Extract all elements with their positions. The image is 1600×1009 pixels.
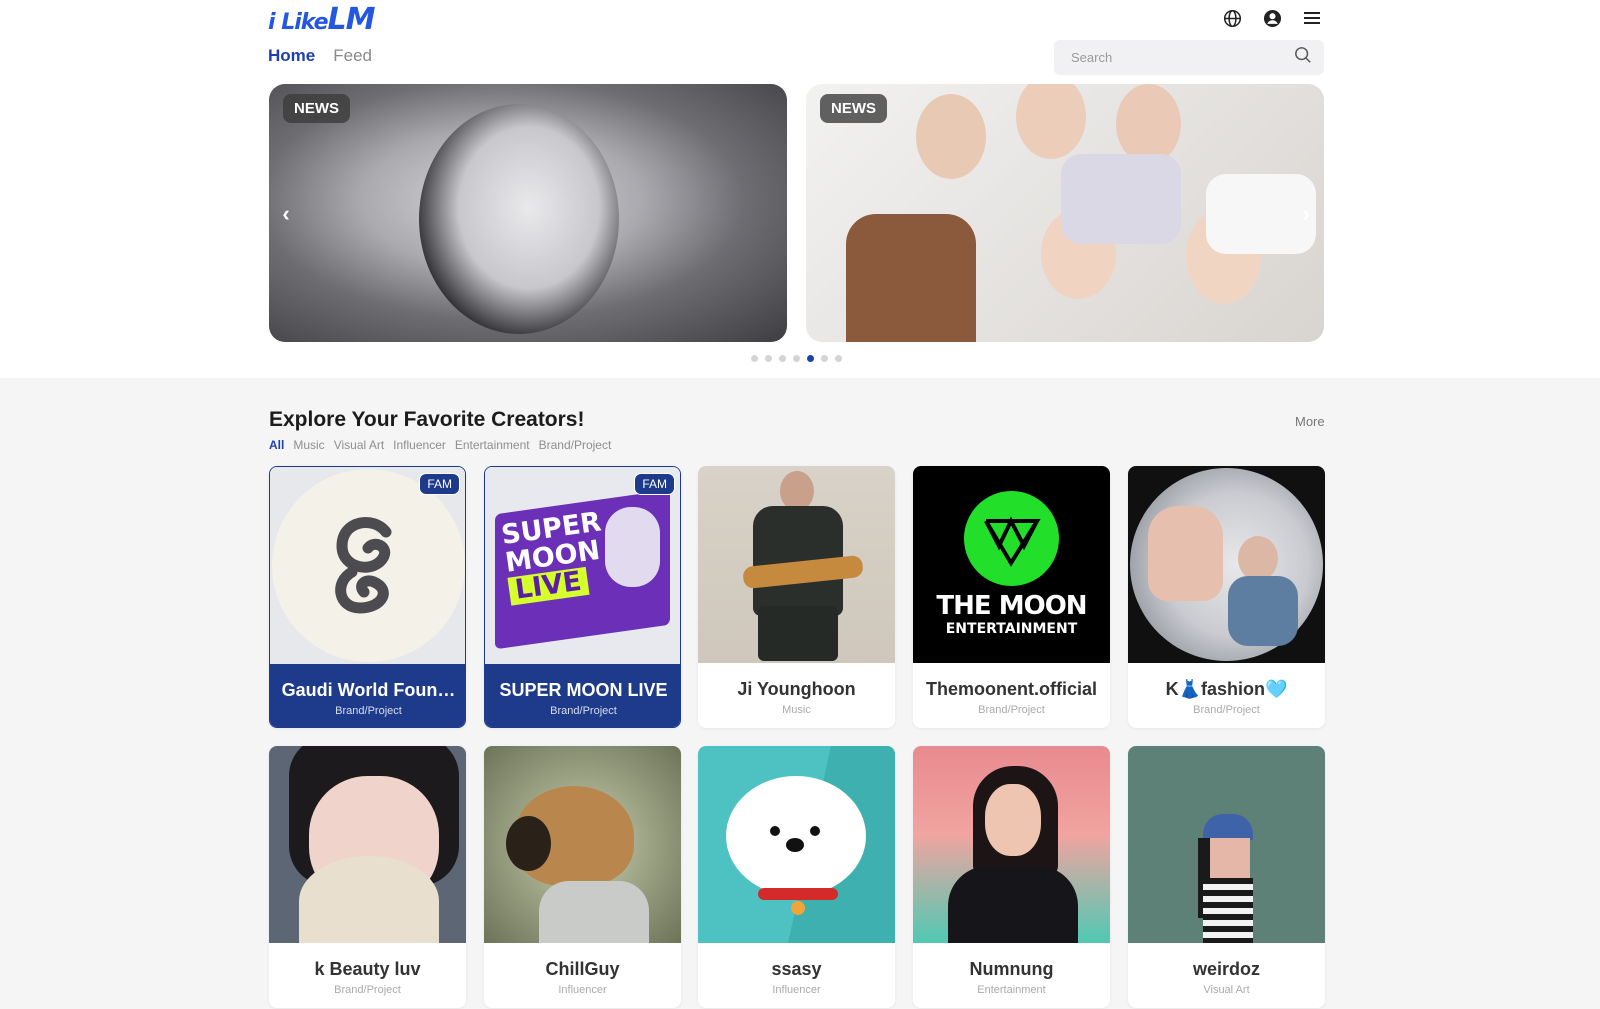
creator-card[interactable]: SUPER MOON LIVE FAM SUPER MOON LIVE Bran… bbox=[484, 466, 681, 728]
creator-category: Brand/Project bbox=[1193, 704, 1260, 716]
prev-arrow-icon[interactable]: ‹ bbox=[276, 201, 296, 226]
account-icon[interactable] bbox=[1262, 8, 1282, 28]
more-link[interactable]: More bbox=[1295, 414, 1325, 429]
creator-category: Influencer bbox=[558, 984, 607, 996]
tab-feed[interactable]: Feed bbox=[333, 46, 372, 66]
creator-category: Brand/Project bbox=[334, 984, 401, 996]
pixel-avatar-icon bbox=[1203, 814, 1253, 840]
creator-thumbnail bbox=[1128, 746, 1325, 943]
creator-thumbnail bbox=[270, 467, 465, 664]
category-filters: All Music Visual Art Influencer Entertai… bbox=[269, 438, 611, 452]
creator-name: Numnung bbox=[969, 959, 1054, 979]
creator-info: Themoonent.official Brand/Project bbox=[913, 663, 1110, 728]
creator-thumbnail bbox=[484, 746, 681, 943]
fam-badge: FAM bbox=[419, 473, 460, 495]
creator-card[interactable]: ChillGuy Influencer bbox=[484, 746, 681, 1008]
creator-card[interactable]: Ji Younghoon Music bbox=[698, 466, 895, 728]
creator-category: Brand/Project bbox=[978, 704, 1045, 716]
creator-category: Brand/Project bbox=[550, 705, 617, 717]
creator-card[interactable]: weirdoz Visual Art bbox=[1128, 746, 1325, 1008]
astronaut-icon bbox=[605, 507, 660, 587]
creator-card[interactable]: THE MOON ENTERTAINMENT Themoonent.offici… bbox=[913, 466, 1110, 728]
logo-small-text: i Like bbox=[268, 10, 329, 35]
filter-music[interactable]: Music bbox=[293, 438, 324, 452]
creator-info: SUPER MOON LIVE Brand/Project bbox=[485, 664, 680, 727]
logo-big-text: LM bbox=[327, 2, 376, 37]
banner-photo bbox=[419, 104, 619, 334]
filter-brand-project[interactable]: Brand/Project bbox=[539, 438, 612, 452]
carousel-dot[interactable] bbox=[751, 355, 758, 362]
themoon-text-1: THE MOON bbox=[936, 591, 1087, 621]
globe-icon[interactable] bbox=[1222, 8, 1242, 28]
page: i LikeLM Home Feed NEWS bbox=[0, 0, 1600, 1009]
creator-thumbnail bbox=[698, 746, 895, 943]
dog-icon bbox=[726, 776, 866, 896]
creator-thumbnail: SUPER MOON LIVE bbox=[485, 467, 680, 664]
creator-name: Gaudi World Foun… bbox=[281, 680, 456, 700]
creator-thumbnail bbox=[1128, 466, 1325, 663]
creator-name: K👗fashion🩵 bbox=[1165, 679, 1288, 699]
news-tag: NEWS bbox=[283, 94, 350, 123]
tab-home[interactable]: Home bbox=[268, 46, 315, 66]
banner-photo bbox=[806, 84, 1324, 342]
carousel-dot[interactable] bbox=[807, 355, 814, 362]
creator-name: k Beauty luv bbox=[314, 959, 421, 979]
search-icon[interactable] bbox=[1294, 46, 1312, 69]
search-input[interactable] bbox=[1071, 50, 1294, 65]
themoon-text-2: ENTERTAINMENT bbox=[945, 621, 1078, 637]
creator-info: Numnung Entertainment bbox=[913, 943, 1110, 1008]
creator-card[interactable]: FAM Gaudi World Foun… Brand/Project bbox=[269, 466, 466, 728]
creator-thumbnail: THE MOON ENTERTAINMENT bbox=[913, 466, 1110, 663]
creator-card[interactable]: Numnung Entertainment bbox=[913, 746, 1110, 1008]
banner-slide[interactable]: NEWS bbox=[269, 84, 787, 342]
carousel-dot[interactable] bbox=[765, 355, 772, 362]
menu-icon[interactable] bbox=[1302, 8, 1322, 28]
carousel-dot[interactable] bbox=[793, 355, 800, 362]
carousel-dot[interactable] bbox=[821, 355, 828, 362]
fam-badge: FAM bbox=[634, 473, 675, 495]
creator-info: K👗fashion🩵 Brand/Project bbox=[1128, 663, 1325, 728]
news-tag: NEWS bbox=[820, 94, 887, 123]
creator-category: Brand/Project bbox=[335, 705, 402, 717]
next-arrow-icon[interactable]: › bbox=[1296, 201, 1316, 226]
creator-category: Influencer bbox=[772, 984, 821, 996]
creator-name: weirdoz bbox=[1192, 959, 1260, 979]
creators-section: Explore Your Favorite Creators! More All… bbox=[0, 378, 1600, 1009]
creator-info: Gaudi World Foun… Brand/Project bbox=[270, 664, 465, 727]
header-icons bbox=[1222, 8, 1322, 28]
creator-name: Themoonent.official bbox=[926, 679, 1097, 699]
section-title: Explore Your Favorite Creators! bbox=[269, 408, 585, 431]
search-bar bbox=[1054, 40, 1324, 75]
creator-info: k Beauty luv Brand/Project bbox=[269, 943, 466, 1008]
creator-category: Visual Art bbox=[1203, 984, 1250, 996]
carousel-dot[interactable] bbox=[835, 355, 842, 362]
creator-thumbnail bbox=[698, 466, 895, 663]
filter-influencer[interactable]: Influencer bbox=[393, 438, 446, 452]
creator-card[interactable]: ssasy Influencer bbox=[698, 746, 895, 1008]
creator-name: ssasy bbox=[771, 959, 822, 979]
moon-logo-icon bbox=[964, 491, 1059, 586]
creator-thumbnail bbox=[913, 746, 1110, 943]
banner-slide[interactable]: NEWS bbox=[806, 84, 1324, 342]
carousel-dots bbox=[751, 355, 842, 362]
gaudi-logo-icon bbox=[335, 517, 392, 614]
carousel-dot[interactable] bbox=[779, 355, 786, 362]
creator-name: Ji Younghoon bbox=[737, 679, 856, 699]
creator-thumbnail bbox=[269, 746, 466, 943]
creator-category: Entertainment bbox=[977, 984, 1046, 996]
creator-name: SUPER MOON LIVE bbox=[499, 680, 668, 700]
creator-info: ChillGuy Influencer bbox=[484, 943, 681, 1008]
creator-category: Music bbox=[782, 704, 811, 716]
creator-info: weirdoz Visual Art bbox=[1128, 943, 1325, 1008]
creator-info: Ji Younghoon Music bbox=[698, 663, 895, 728]
creator-card[interactable]: K👗fashion🩵 Brand/Project bbox=[1128, 466, 1325, 728]
creator-card[interactable]: k Beauty luv Brand/Project bbox=[269, 746, 466, 1008]
filter-entertainment[interactable]: Entertainment bbox=[455, 438, 530, 452]
filter-visual-art[interactable]: Visual Art bbox=[334, 438, 384, 452]
filter-all[interactable]: All bbox=[269, 438, 284, 452]
creator-name: ChillGuy bbox=[545, 959, 620, 979]
main-nav: Home Feed bbox=[268, 46, 372, 66]
logo[interactable]: i LikeLM bbox=[268, 2, 376, 37]
creator-info: ssasy Influencer bbox=[698, 943, 895, 1008]
